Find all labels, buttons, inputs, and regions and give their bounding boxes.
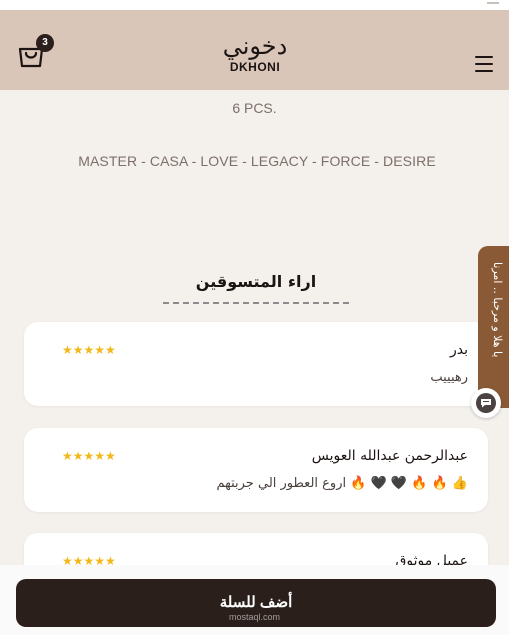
review-card: عبدالرحمن عبدالله العويس ★★★★★ 👍 🔥 🔥 🖤 🖤… (24, 428, 488, 512)
reviewer-name: بدر (449, 342, 468, 358)
review-card: بدر ★★★★★ رهيييب (24, 322, 488, 406)
chat-bubble-icon (476, 393, 496, 413)
chat-tab-label[interactable]: يا هلا و مرحبا .. امرنا (488, 262, 504, 392)
strip-handle (487, 0, 499, 4)
product-collections: MASTER - CASA - LOVE - LEGACY - FORCE - … (78, 153, 436, 169)
chat-glyph-icon (481, 399, 491, 408)
site-header: 3 دخوني DKHONI (0, 10, 509, 90)
review-text: 👍 🔥 🔥 🖤 🖤 🔥 اروع العطور الي جربتهم (216, 476, 468, 491)
reviews-title-divider (163, 302, 349, 304)
chat-button[interactable] (471, 388, 501, 418)
logo-arabic: دخوني (222, 32, 288, 60)
menu-line (475, 63, 493, 65)
review-text: رهيييب (430, 370, 468, 385)
watermark: mostaql.com (228, 612, 281, 622)
reviewer-name: عبدالرحمن عبدالله العويس (311, 448, 468, 464)
hamburger-menu-icon[interactable] (475, 56, 493, 72)
star-rating: ★★★★★ (62, 343, 116, 357)
menu-line (475, 56, 493, 58)
site-logo[interactable]: دخوني DKHONI (200, 32, 310, 88)
product-pieces: 6 PCS. (232, 100, 277, 116)
cart-count-badge: 3 (36, 34, 54, 52)
reviews-title: اراء المتسوقين (195, 272, 317, 291)
browser-top-strip (0, 0, 509, 10)
logo-english: DKHONI (229, 60, 281, 74)
star-rating: ★★★★★ (62, 449, 116, 463)
menu-line (475, 70, 493, 72)
